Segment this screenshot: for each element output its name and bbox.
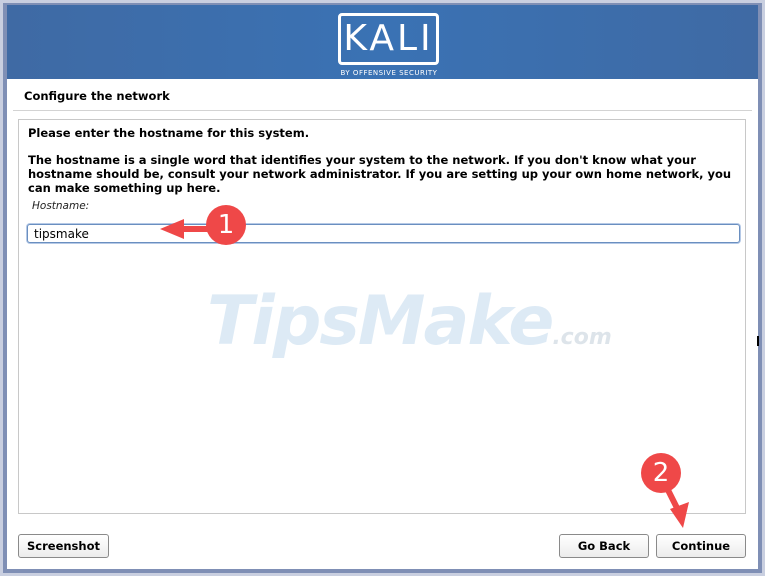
arrow-1-icon [160, 219, 213, 239]
arrow-2-icon [665, 487, 689, 528]
step-2-marker: 2 [641, 453, 681, 493]
step-1-marker: 1 [206, 205, 246, 245]
